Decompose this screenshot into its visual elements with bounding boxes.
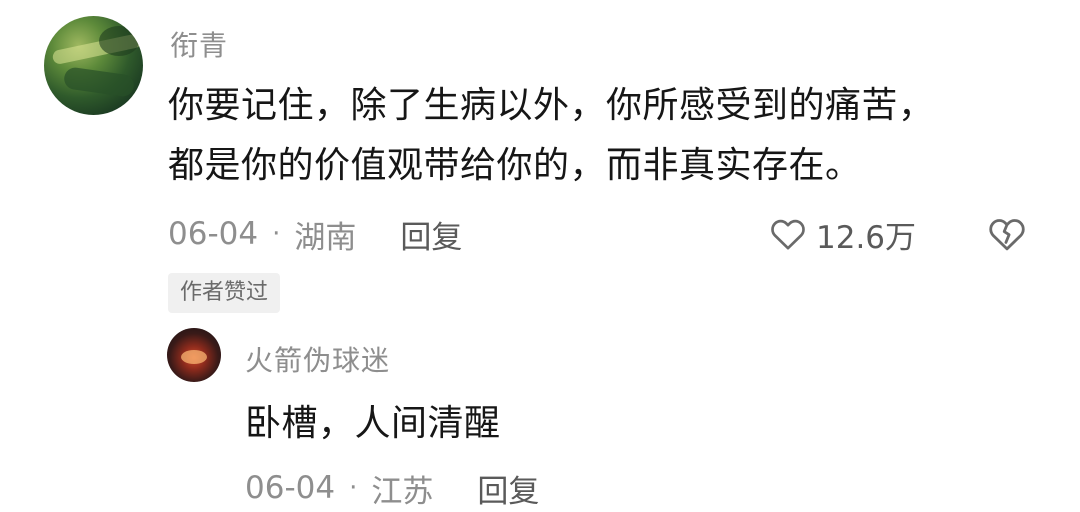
like-button[interactable]: 12.6万 [768, 213, 917, 256]
reply-reply-button[interactable]: 回复 [477, 466, 539, 511]
like-count: 12.6万 [816, 219, 917, 256]
author-liked-badge: 作者赞过 [168, 273, 281, 313]
reply-username[interactable]: 火箭伪球迷 [245, 339, 390, 379]
reply-text: 卧槽，人间清醒 [245, 403, 501, 444]
comment-date: 06-04 [168, 216, 259, 252]
reply-date: 06-04 [245, 470, 336, 506]
heart-icon [771, 219, 805, 250]
reply-meta: 06-04 · 江苏 回复 [245, 466, 539, 511]
reply-location: 江苏 [371, 473, 434, 510]
reply-meta-separator: · [349, 473, 358, 503]
comment-meta: 06-04 · 湖南 回复 [168, 212, 462, 257]
reply-button[interactable]: 回复 [400, 212, 462, 257]
comment-text: 你要记住，除了生病以外，你所感受到的痛苦， 都是你的价值观带给你的，而非真实存在… [168, 76, 935, 196]
comment-username[interactable]: 衔青 [170, 24, 228, 64]
reply-avatar[interactable] [167, 328, 221, 382]
comment-text-line-1: 你要记住，除了生病以外，你所感受到的痛苦， [168, 85, 935, 126]
avatar[interactable] [44, 16, 143, 115]
broken-heart-icon [989, 219, 1025, 251]
dislike-button[interactable] [986, 213, 1028, 255]
comment-text-line-2: 都是你的价值观带给你的，而非真实存在。 [168, 145, 862, 186]
comment-location: 湖南 [294, 219, 357, 256]
meta-separator: · [272, 219, 281, 249]
